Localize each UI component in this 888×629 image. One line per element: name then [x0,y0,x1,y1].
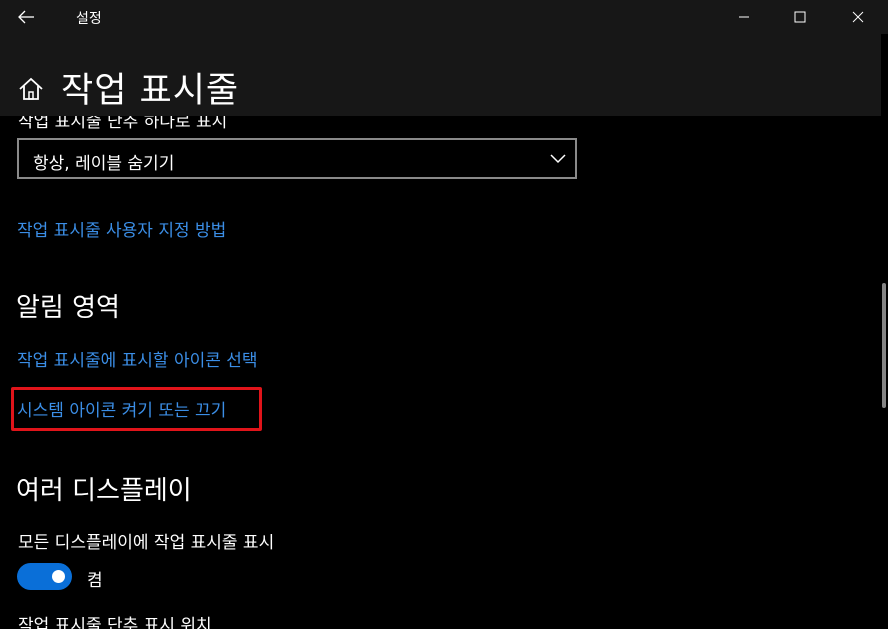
close-button[interactable] [830,0,886,34]
dropdown-selected-value: 항상, 레이블 숨기기 [33,154,175,174]
minimize-icon [739,16,749,18]
app-title: 설정 [76,11,102,27]
select-taskbar-icons-link[interactable]: 작업 표시줄에 표시할 아이콘 선택 [17,346,258,371]
show-taskbar-all-displays-toggle[interactable] [17,563,72,590]
home-icon [19,77,43,100]
page-header: 작업 표시줄 [0,34,881,116]
back-button[interactable] [8,4,44,30]
maximize-button[interactable] [772,0,828,34]
title-bar: 설정 [0,0,888,34]
toggle-state-label: 켬 [87,571,103,591]
back-arrow-icon [18,10,34,24]
notification-area-heading: 알림 영역 [16,293,120,323]
maximize-icon [794,11,806,23]
chevron-down-icon [550,154,566,164]
taskbar-combine-dropdown[interactable]: 항상, 레이블 숨기기 [17,138,577,179]
page-title: 작업 표시줄 [61,71,240,111]
scrollbar-thumb[interactable] [882,283,886,408]
toggle-knob [52,570,65,583]
settings-window: 작업 표시줄 단추 하나로 표시 항상, 레이블 숨기기 작업 표시줄 사용자 … [0,0,888,629]
close-icon [852,11,864,23]
multiple-displays-heading: 여러 디스플레이 [16,476,192,506]
taskbar-buttons-location-label: 작업 표시줄 단추 표시 위치 [18,616,212,629]
customize-taskbar-link[interactable]: 작업 표시줄 사용자 지정 방법 [17,216,226,241]
system-icons-toggle-link[interactable]: 시스템 아이콘 켜기 또는 끄기 [17,396,226,421]
show-taskbar-all-displays-label: 모든 디스플레이에 작업 표시줄 표시 [18,533,275,553]
minimize-button[interactable] [716,0,772,34]
